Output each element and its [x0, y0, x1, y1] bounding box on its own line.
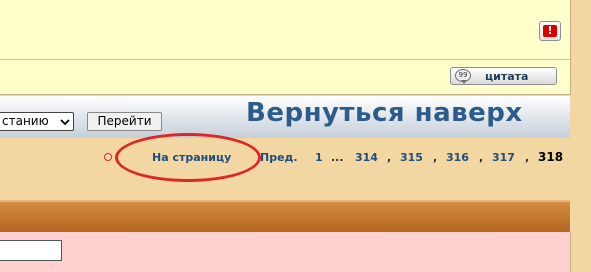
jump-to-select[interactable]: станию [0, 112, 74, 131]
pagination-separator: , [433, 151, 438, 164]
chevron-down-icon [60, 119, 70, 126]
back-to-top-link[interactable]: Вернуться наверх [246, 98, 523, 128]
pagination-separator: , [479, 151, 484, 164]
table-row [0, 232, 571, 272]
page-link[interactable]: 317 [492, 151, 515, 164]
pagination: На страницу Пред. 1 ... 314 , 315 , 316 … [0, 149, 591, 167]
report-button[interactable]: ! [539, 21, 561, 41]
post-divider [0, 59, 570, 60]
jump-select-value: станию [2, 114, 49, 128]
speech-bubble-tail [461, 80, 467, 84]
prev-page-link[interactable]: Пред. [260, 151, 298, 164]
pagination-ellipsis: ... [331, 151, 344, 164]
page-link[interactable]: 315 [400, 151, 423, 164]
quote-button[interactable]: 99 цитата [450, 67, 557, 85]
pagination-separator: , [525, 151, 530, 164]
page-link[interactable]: 314 [355, 151, 378, 164]
quote-label: цитата [485, 70, 529, 83]
current-page: 318 [538, 150, 564, 164]
pagination-separator: , [387, 151, 392, 164]
exclamation-icon: ! [543, 25, 557, 37]
table-header-bar [0, 200, 570, 232]
page-link-first[interactable]: 1 [315, 151, 323, 164]
text-input[interactable] [0, 240, 62, 261]
go-button[interactable]: Перейти [87, 112, 162, 131]
highlight-circle-annotation [115, 133, 261, 182]
page-link[interactable]: 316 [446, 151, 469, 164]
